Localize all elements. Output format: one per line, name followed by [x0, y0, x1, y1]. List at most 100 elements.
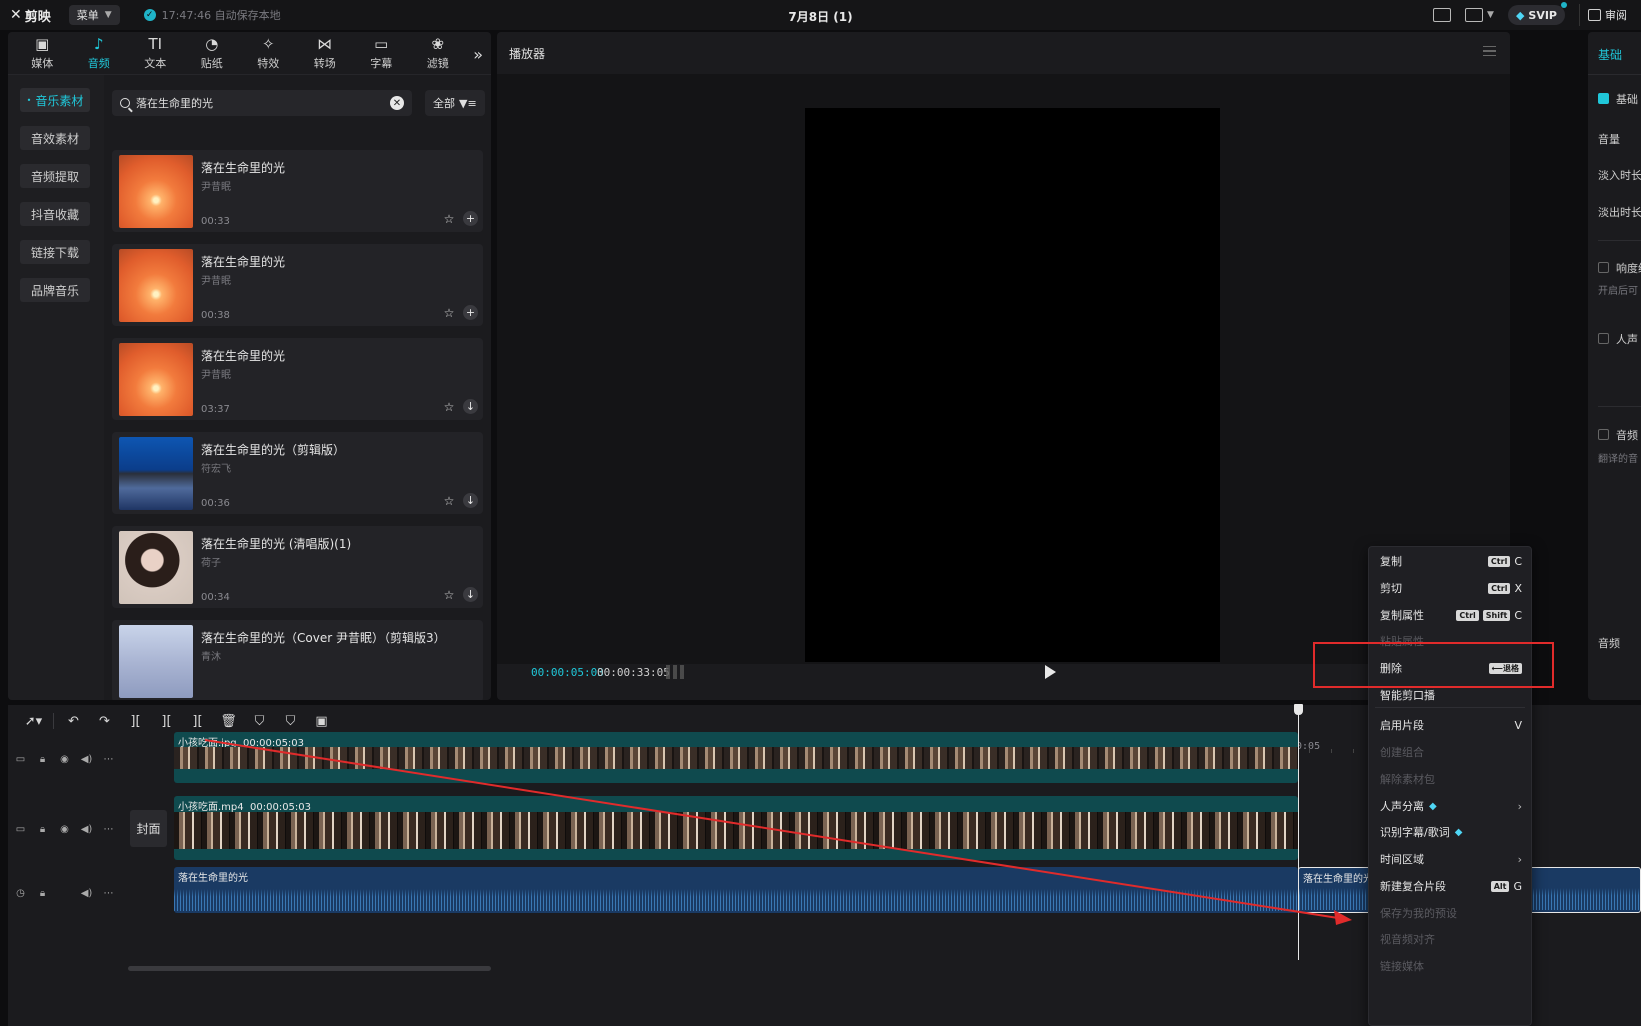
lock-icon[interactable]: 🔒︎	[36, 823, 49, 836]
context-menu-item[interactable]: 人声分离 ◆ ›	[1380, 796, 1522, 816]
loudness-label: 响度统一	[1616, 262, 1641, 275]
category-item[interactable]: 音乐素材	[20, 88, 90, 112]
lock-icon[interactable]: 🔒︎	[36, 753, 49, 766]
download-icon[interactable]: ↓	[463, 399, 478, 414]
clear-icon[interactable]: ✕	[390, 96, 404, 110]
favorite-star-icon[interactable]: ☆	[442, 494, 456, 508]
add-icon[interactable]: +	[463, 305, 478, 320]
more-icon[interactable]: ⋯	[102, 887, 115, 900]
loudness-toggle-row[interactable]: 响度统一	[1598, 260, 1641, 276]
tab-filter[interactable]: ❀ 滤镜	[410, 35, 467, 71]
tab-text[interactable]: TI 文本	[127, 35, 184, 71]
category-item[interactable]: 品牌音乐	[20, 278, 90, 302]
fade-out-label: 淡出时长	[1598, 206, 1641, 219]
tab-transition[interactable]: ⋈ 转场	[297, 35, 354, 71]
tab-basic[interactable]: 基础	[1598, 46, 1622, 63]
context-menu-item[interactable]: 新建复合片段 Alt G	[1380, 876, 1522, 896]
marker-icon[interactable]: ⛉	[275, 711, 306, 731]
undo-icon[interactable]: ↶	[58, 711, 89, 731]
menu-item-label: 复制属性	[1380, 609, 1424, 622]
category-item[interactable]: 抖音收藏	[20, 202, 90, 226]
chevron-down-icon: ▼	[1487, 10, 1494, 20]
tab-media[interactable]: ▣ 媒体	[14, 35, 71, 71]
music-result-card[interactable]: 落在生命里的光 (清唱版)(1) 荷子 00:34 ☆ ↓	[112, 526, 483, 608]
marker-add-icon[interactable]: ⛉	[244, 711, 275, 731]
context-menu-item[interactable]: 复制 Ctrl C	[1380, 551, 1522, 571]
favorite-star-icon[interactable]: ☆	[442, 212, 456, 226]
audio-label: 音频	[1616, 429, 1638, 442]
category-item[interactable]: 音效素材	[20, 126, 90, 150]
frame-grid-icon[interactable]	[666, 665, 686, 679]
volume-icon[interactable]: ◀)	[80, 823, 93, 836]
split-left-icon[interactable]: ][	[151, 711, 182, 731]
favorite-star-icon[interactable]: ☆	[442, 400, 456, 414]
filter-button[interactable]: 全部 ▼≡	[425, 90, 485, 116]
shortcut-keyboard-icon[interactable]	[1433, 8, 1452, 22]
audio-track-icon: ◷	[16, 888, 25, 899]
context-menu-item[interactable]: 智能剪口播	[1380, 685, 1522, 705]
music-result-card[interactable]: 落在生命里的光 尹昔眠 00:38 ☆ +	[112, 244, 483, 326]
eye-icon[interactable]: ◉	[58, 753, 71, 766]
eye-icon[interactable]: ◉	[58, 823, 71, 836]
volume-icon[interactable]: ◀)	[80, 887, 93, 900]
checkbox-icon[interactable]	[1598, 333, 1609, 344]
playhead[interactable]	[1298, 708, 1299, 960]
play-icon[interactable]	[1045, 665, 1056, 679]
favorite-star-icon[interactable]: ☆	[442, 588, 456, 602]
expand-tabs-icon[interactable]: »	[473, 45, 483, 64]
context-menu-item[interactable]: 启用片段 V	[1380, 715, 1522, 735]
playhead-handle[interactable]	[1294, 704, 1303, 715]
music-result-card[interactable]: 落在生命里的光 尹昔眠 00:33 ☆ +	[112, 150, 483, 232]
more-icon[interactable]: ⋯	[102, 753, 115, 766]
layout-switch-button[interactable]: ▼	[1465, 8, 1494, 22]
checkbox-icon[interactable]	[1598, 429, 1609, 440]
context-menu-item[interactable]: 时间区域 ›	[1380, 849, 1522, 869]
vip-diamond-icon: ◆	[1429, 800, 1437, 812]
checkbox-checked-icon[interactable]	[1598, 93, 1609, 104]
category-item[interactable]: 音频提取	[20, 164, 90, 188]
context-menu-item[interactable]: 复制属性 Ctrl Shift C	[1380, 605, 1522, 625]
lock-icon[interactable]: 🔒︎	[36, 887, 49, 900]
context-menu-item[interactable]: 识别字幕/歌词 ◆	[1380, 822, 1522, 842]
music-result-card[interactable]: 落在生命里的光（剪辑版） 符宏飞 00:36 ☆ ↓	[112, 432, 483, 514]
music-duration: 03:37	[201, 404, 230, 415]
audio-toggle-row[interactable]: 音频	[1598, 427, 1638, 443]
category-item[interactable]: 链接下载	[20, 240, 90, 264]
svip-button[interactable]: ◆ SVIP	[1507, 2, 1567, 25]
more-icon[interactable]: ⋯	[102, 823, 115, 836]
tab-effects[interactable]: ✧ 特效	[240, 35, 297, 71]
volume-icon[interactable]: ◀)	[80, 753, 93, 766]
timeline-scrollbar[interactable]	[128, 966, 491, 971]
main-menu-button[interactable]: 菜单 ▼	[68, 5, 120, 25]
music-artist: 尹昔眠	[201, 182, 231, 193]
music-artist: 荷子	[201, 558, 221, 569]
favorite-star-icon[interactable]: ☆	[442, 306, 456, 320]
hamburger-menu-icon[interactable]	[1483, 46, 1496, 56]
audio-search-input[interactable]: 落在生命里的光 ✕	[112, 90, 412, 116]
auto-reframe-icon[interactable]: ▣	[306, 711, 337, 731]
vocal-toggle-row[interactable]: 人声	[1598, 331, 1638, 347]
video-clip-jpg[interactable]: 小孩吃面.jpg 00:00:05:03	[174, 732, 1298, 783]
tab-subtitle[interactable]: ▭ 字幕	[353, 35, 410, 71]
video-clip-mp4[interactable]: 小孩吃面.mp4 00:00:05:03	[174, 796, 1298, 860]
tab-audio[interactable]: ♪ 音频	[71, 35, 128, 71]
context-menu-item[interactable]: 剪切 Ctrl X	[1380, 578, 1522, 598]
split-icon[interactable]: ][	[120, 711, 151, 731]
audio-icon: ♪	[93, 35, 104, 53]
review-button[interactable]: 审阅	[1579, 4, 1635, 26]
download-icon[interactable]: ↓	[463, 587, 478, 602]
delete-icon[interactable]: 🗑	[213, 711, 244, 731]
video-preview[interactable]	[805, 108, 1220, 662]
checkbox-icon[interactable]	[1598, 262, 1609, 273]
tab-sticker[interactable]: ◔ 贴纸	[184, 35, 241, 71]
cover-button[interactable]: 封面	[130, 810, 167, 847]
music-result-card[interactable]: 落在生命里的光 尹昔眠 03:37 ☆ ↓	[112, 338, 483, 420]
music-result-card[interactable]: 落在生命里的光（Cover 尹昔眠）（剪辑版3） 青沐	[112, 620, 483, 700]
download-icon[interactable]: ↓	[463, 493, 478, 508]
select-pointer-icon[interactable]: ➚▾	[18, 711, 49, 731]
add-icon[interactable]: +	[463, 211, 478, 226]
basic-toggle-row[interactable]: 基础	[1598, 91, 1638, 107]
audio-clip[interactable]: 落在生命里的光	[174, 867, 1298, 913]
split-right-icon[interactable]: ][	[182, 711, 213, 731]
redo-icon[interactable]: ↷	[89, 711, 120, 731]
